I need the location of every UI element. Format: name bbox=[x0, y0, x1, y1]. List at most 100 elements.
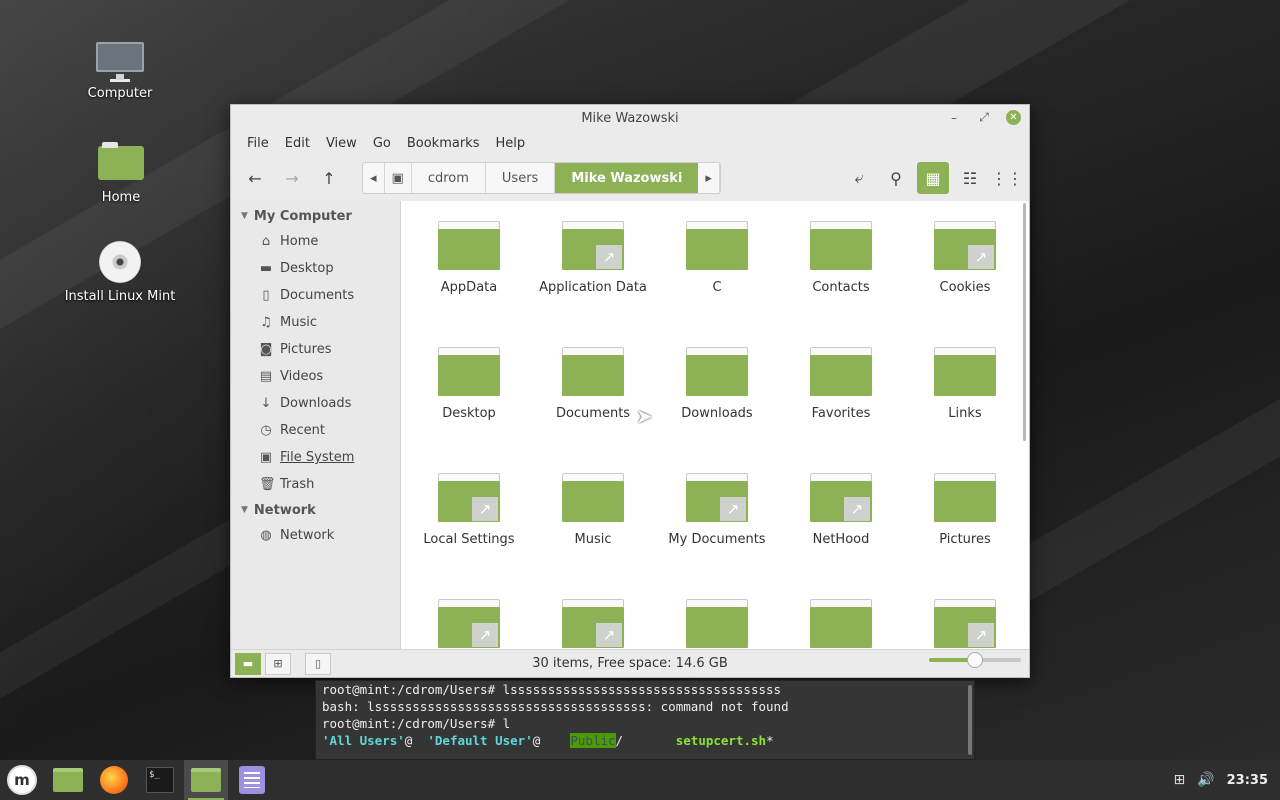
listing-entry: Public bbox=[570, 733, 616, 748]
file-item[interactable]: ↗ Cookies bbox=[903, 211, 1027, 337]
maximize-icon[interactable]: ⤢ bbox=[976, 110, 992, 125]
menu-view[interactable]: View bbox=[318, 136, 365, 151]
zoom-slider-handle[interactable] bbox=[967, 652, 983, 668]
file-item[interactable]: ↗ bbox=[903, 589, 1027, 649]
forward-arrow-icon[interactable]: → bbox=[276, 162, 308, 194]
sidebar-item-network[interactable]: ◍ Network bbox=[231, 522, 400, 549]
path-right-chevron-icon[interactable]: ▸ bbox=[698, 163, 720, 193]
file-item[interactable]: ↗ Application Data bbox=[531, 211, 655, 337]
file-item[interactable]: AppData bbox=[407, 211, 531, 337]
path-segment-current[interactable]: Mike Wazowski bbox=[555, 163, 699, 193]
taskbar-file-manager[interactable] bbox=[184, 760, 228, 800]
taskbar-text-editor[interactable] bbox=[230, 760, 274, 800]
sidebar-item-pictures[interactable]: ◙ Pictures bbox=[231, 336, 400, 363]
sidebar-item-trash[interactable]: 🗑 Trash bbox=[231, 471, 400, 498]
sidebar-item-videos[interactable]: ▤ Videos bbox=[231, 363, 400, 390]
taskbar-terminal[interactable]: $_ bbox=[138, 760, 182, 800]
symlink-arrow-icon: ↗ bbox=[472, 497, 498, 521]
file-item[interactable]: ↗ My Documents bbox=[655, 463, 779, 589]
file-item[interactable] bbox=[655, 589, 779, 649]
hide-sidebar-icon[interactable]: ▯ bbox=[305, 652, 331, 675]
file-item[interactable]: Music bbox=[531, 463, 655, 589]
up-arrow-icon[interactable]: ↑ bbox=[313, 162, 345, 194]
file-name: Contacts bbox=[812, 280, 870, 295]
menu-go[interactable]: Go bbox=[365, 136, 399, 151]
file-item[interactable]: ↗ Local Settings bbox=[407, 463, 531, 589]
text-editor-icon bbox=[239, 766, 265, 794]
file-item[interactable]: Desktop bbox=[407, 337, 531, 463]
close-icon[interactable]: ✕ bbox=[1006, 110, 1021, 125]
symlink-arrow-icon: ↗ bbox=[968, 245, 994, 269]
listing-entry: setupcert.sh bbox=[675, 733, 767, 748]
start-menu-button[interactable]: m bbox=[0, 760, 44, 800]
file-item[interactable]: Downloads bbox=[655, 337, 779, 463]
zoom-slider[interactable] bbox=[929, 652, 1021, 668]
back-arrow-icon[interactable]: ← bbox=[239, 162, 271, 194]
path-segment-cdrom[interactable]: cdrom bbox=[412, 163, 486, 193]
sidebar-item-home[interactable]: ⌂ Home bbox=[231, 228, 400, 255]
file-item[interactable]: ↗ NetHood bbox=[779, 463, 903, 589]
list-view-icon[interactable]: ☷ bbox=[954, 162, 986, 194]
file-item[interactable]: Pictures bbox=[903, 463, 1027, 589]
file-item[interactable]: Documents bbox=[531, 337, 655, 463]
volume-icon[interactable]: 🔊 bbox=[1197, 772, 1214, 788]
file-item[interactable]: ↗ bbox=[531, 589, 655, 649]
file-name: C bbox=[712, 280, 722, 295]
taskbar-firefox[interactable] bbox=[92, 760, 136, 800]
menu-bookmarks[interactable]: Bookmarks bbox=[399, 136, 488, 151]
minimize-icon[interactable]: – bbox=[946, 111, 962, 125]
show-tree-icon[interactable]: ⊞ bbox=[265, 652, 291, 675]
file-name: AppData bbox=[440, 280, 498, 295]
desktop-icon-computer[interactable]: Computer bbox=[60, 42, 180, 101]
file-item[interactable]: Contacts bbox=[779, 211, 903, 337]
firefox-icon bbox=[100, 766, 128, 794]
symlink-arrow-icon: ↗ bbox=[472, 623, 498, 647]
sidebar-item-desktop[interactable]: ▬ Desktop bbox=[231, 255, 400, 282]
network-icon[interactable]: ⊞ bbox=[1173, 772, 1185, 788]
file-name: Pictures bbox=[939, 532, 991, 547]
folder-icon: ↗ bbox=[562, 221, 624, 271]
desktop-icon: ▬ bbox=[259, 261, 273, 276]
listing-entry: 'All Users' bbox=[322, 733, 405, 748]
search-icon[interactable]: ⚲ bbox=[880, 162, 912, 194]
file-item[interactable] bbox=[779, 589, 903, 649]
clock[interactable]: 23:35 bbox=[1227, 773, 1268, 788]
folder-icon bbox=[810, 221, 872, 271]
sidebar-item-downloads[interactable]: ↓ Downloads bbox=[231, 390, 400, 417]
vertical-scrollbar[interactable] bbox=[1023, 203, 1026, 441]
desktop-icon-home[interactable]: Home bbox=[61, 142, 181, 205]
sidebar-item-music[interactable]: ♫ Music bbox=[231, 309, 400, 336]
music-icon: ♫ bbox=[260, 315, 272, 330]
file-view[interactable]: AppData ↗ Application Data C Contacts ↗ Cookie… bbox=[401, 201, 1029, 649]
folder-icon bbox=[53, 768, 83, 792]
folder-icon bbox=[562, 347, 624, 397]
desktop-icon-install[interactable]: Install Linux Mint bbox=[60, 241, 180, 304]
path-left-chevron-icon[interactable]: ◂ bbox=[363, 163, 385, 193]
file-item[interactable]: Links bbox=[903, 337, 1027, 463]
file-item[interactable]: Favorites bbox=[779, 337, 903, 463]
show-places-icon[interactable]: ▬ bbox=[235, 652, 261, 675]
title-bar[interactable]: Mike Wazowski – ⤢ ✕ bbox=[231, 105, 1029, 131]
sidebar-item-recent[interactable]: ◷ Recent bbox=[231, 417, 400, 444]
sidebar-item-documents[interactable]: ▯ Documents bbox=[231, 282, 400, 309]
file-item[interactable]: ↗ bbox=[407, 589, 531, 649]
file-name: Documents bbox=[555, 406, 631, 421]
menu-edit[interactable]: Edit bbox=[277, 136, 318, 151]
toggle-location-icon[interactable]: ⤶ bbox=[843, 162, 875, 194]
sidebar-section-my-computer[interactable]: ▼ My Computer bbox=[231, 204, 400, 228]
folder-icon bbox=[686, 599, 748, 649]
terminal-scrollbar[interactable] bbox=[968, 685, 972, 755]
file-item[interactable]: C bbox=[655, 211, 779, 337]
menu-file[interactable]: File bbox=[239, 136, 277, 151]
taskbar-show-desktop[interactable] bbox=[46, 760, 90, 800]
sidebar-section-network[interactable]: ▼ Network bbox=[231, 498, 400, 522]
sidebar-item-file-system[interactable]: ▣ File System bbox=[231, 444, 400, 471]
terminal-window[interactable]: root@mint:/cdrom/Users# lsssssssssssssss… bbox=[315, 680, 975, 760]
compact-view-icon[interactable]: ⋮⋮ bbox=[991, 162, 1023, 194]
icon-view-icon[interactable]: ▦ bbox=[917, 162, 949, 194]
folder-icon bbox=[686, 221, 748, 271]
drive-icon[interactable]: ▣ bbox=[385, 163, 412, 193]
menu-help[interactable]: Help bbox=[487, 136, 533, 151]
path-segment-users[interactable]: Users bbox=[486, 163, 556, 193]
sidebar: ▼ My Computer ⌂ Home ▬ Desktop ▯ Documents … bbox=[231, 201, 401, 649]
